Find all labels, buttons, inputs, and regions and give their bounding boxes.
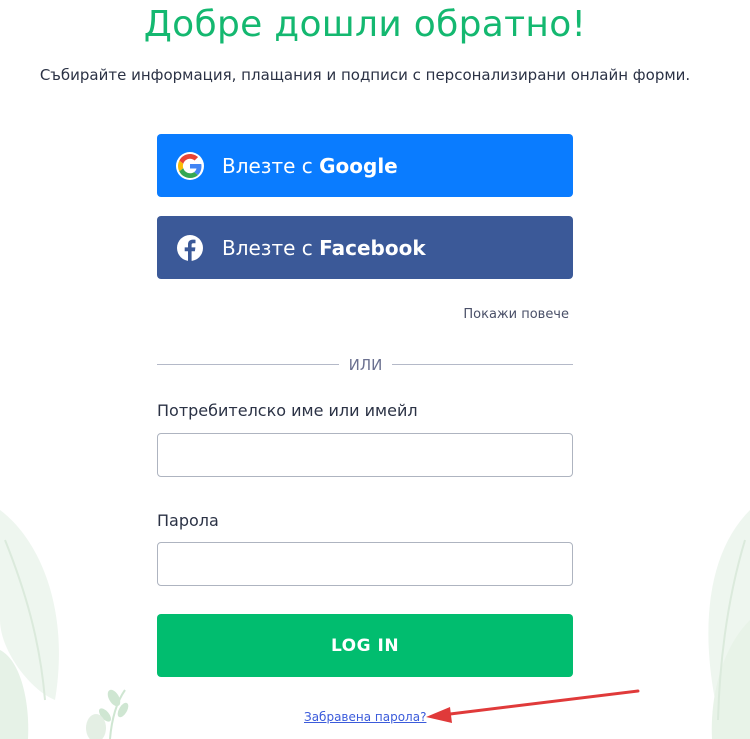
google-icon bbox=[176, 151, 204, 180]
facebook-login-button[interactable]: Влезте с Facebook bbox=[157, 216, 573, 279]
password-label: Парола bbox=[157, 511, 219, 530]
divider-line-left bbox=[157, 364, 339, 365]
google-login-button[interactable]: Влезте с Google bbox=[157, 134, 573, 197]
facebook-brand-text: Facebook bbox=[319, 235, 426, 260]
leaf-decoration-right bbox=[708, 510, 750, 739]
password-input[interactable] bbox=[157, 542, 573, 586]
leaf-decoration-left bbox=[0, 510, 129, 739]
login-button[interactable]: LOG IN bbox=[157, 614, 573, 677]
show-more-link[interactable]: Покажи повече bbox=[400, 307, 569, 322]
username-input[interactable] bbox=[157, 433, 573, 477]
forgot-password-link[interactable]: Забравена парола? bbox=[304, 710, 426, 724]
google-brand-text: Google bbox=[319, 153, 398, 178]
divider-line-right bbox=[392, 364, 573, 365]
divider-text: ИЛИ bbox=[348, 356, 383, 374]
facebook-icon bbox=[176, 234, 204, 262]
page-title: Добре дошли обратно! bbox=[143, 4, 587, 45]
page-subtitle: Събирайте информация, плащания и подписи… bbox=[39, 66, 691, 84]
google-login-label: Влезте с Google bbox=[222, 153, 398, 178]
facebook-login-label: Влезте с Facebook bbox=[222, 235, 426, 260]
annotation-arrow-icon bbox=[426, 689, 640, 723]
username-label: Потребителско име или имейл bbox=[157, 401, 418, 420]
